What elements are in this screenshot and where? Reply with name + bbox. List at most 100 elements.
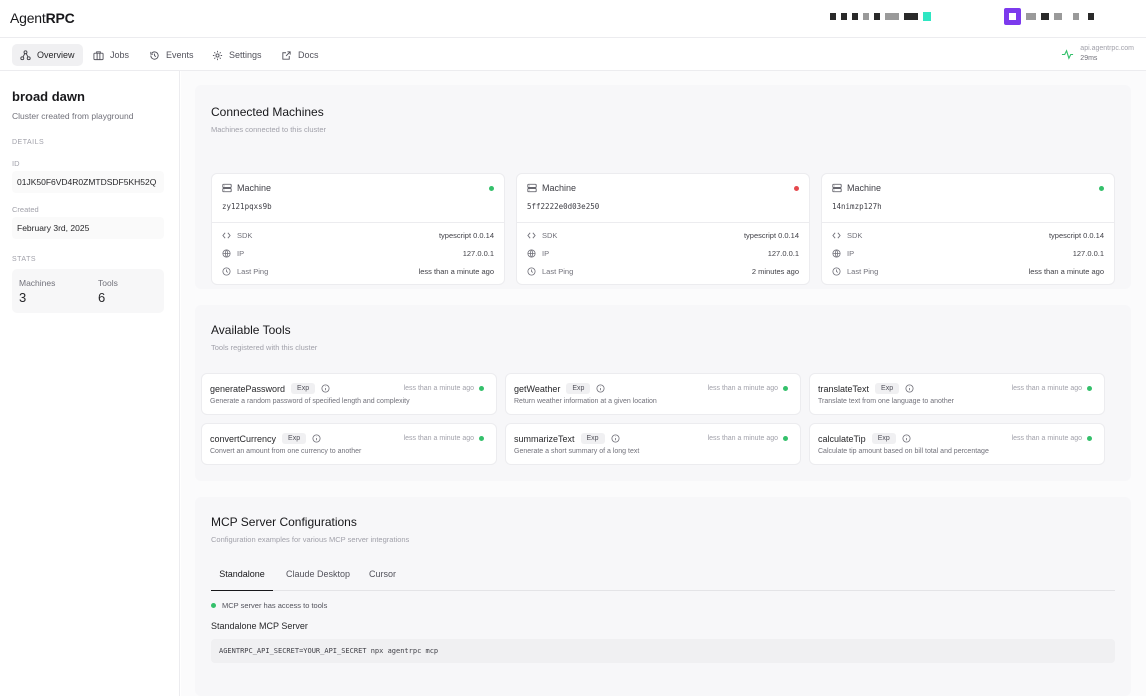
sdk-value: typescript 0.0.14 (743, 230, 799, 240)
nav-jobs[interactable]: Jobs (85, 44, 137, 66)
machine-card[interactable]: Machine zy121pqxs9b SDK typescript 0.0.1… (211, 173, 505, 285)
clock-icon (832, 266, 841, 276)
tool-description: Generate a random password of specified … (210, 398, 410, 405)
briefcase-icon (93, 50, 104, 60)
tool-card[interactable]: translateText Exp less than a minute ago … (809, 373, 1105, 415)
ping-value: less than a minute ago (418, 266, 494, 276)
created-label: Created (12, 205, 39, 214)
machine-card[interactable]: Machine 14nimzp127h SDK typescript 0.0.1… (821, 173, 1115, 285)
tool-name: convertCurrency (210, 433, 277, 444)
mcp-subtitle: Configuration examples for various MCP s… (211, 535, 410, 544)
id-label: ID (12, 159, 20, 168)
code-icon (832, 232, 841, 238)
info-icon[interactable] (596, 384, 605, 393)
stat-tools-value: 6 (98, 290, 106, 305)
info-icon[interactable] (312, 434, 321, 443)
ip-value: 127.0.0.1 (462, 248, 494, 258)
nav-docs[interactable]: Docs (273, 44, 327, 66)
details-label: DETAILS (12, 139, 45, 146)
tool-name: calculateTip (818, 433, 866, 444)
tool-name: summarizeText (514, 433, 575, 444)
tab-standalone[interactable]: Standalone (211, 569, 273, 591)
logo[interactable]: AgentRPC (10, 10, 75, 26)
tool-status-dot (479, 436, 484, 441)
exp-badge: Exp (566, 383, 591, 394)
main-content: Connected Machines Machines connected to… (181, 71, 1146, 696)
nav-events[interactable]: Events (141, 44, 202, 66)
mcp-section: MCP Server Configurations Configuration … (195, 497, 1131, 696)
globe-icon (527, 248, 536, 258)
nav-jobs-label: Jobs (110, 50, 130, 60)
info-icon[interactable] (321, 384, 330, 393)
machine-id: 14nimzp127h (832, 202, 882, 211)
mcp-status: MCP server has access to tools (211, 601, 327, 610)
nav-settings[interactable]: Settings (204, 44, 270, 66)
ping-label: Last Ping (847, 266, 879, 276)
tool-time: less than a minute ago (403, 385, 474, 392)
clock-icon (222, 266, 231, 276)
machine-header: Machine (832, 183, 881, 193)
stat-machines-label: Machines (19, 278, 56, 288)
ping-label: Last Ping (542, 266, 574, 276)
stats-label: STATS (12, 256, 37, 263)
tab-claude-desktop[interactable]: Claude Desktop (286, 569, 350, 591)
tool-card[interactable]: summarizeText Exp less than a minute ago … (505, 423, 801, 465)
exp-badge: Exp (291, 383, 316, 394)
redacted-user-menu[interactable] (1004, 7, 1094, 25)
cluster-id-value[interactable]: 01JK50F6VD4R0ZMTDSDF5KH52Q (12, 171, 164, 193)
machines-title: Connected Machines (211, 105, 324, 119)
tools-title: Available Tools (211, 323, 291, 337)
logo-part-1: Agent (10, 10, 46, 26)
overview-icon (20, 49, 31, 60)
tool-time: less than a minute ago (1011, 435, 1082, 442)
exp-badge: Exp (875, 383, 900, 394)
machine-header: Machine (527, 183, 576, 193)
clock-icon (527, 266, 536, 276)
tab-cursor[interactable]: Cursor (369, 569, 396, 591)
info-icon[interactable] (902, 434, 911, 443)
external-link-icon (282, 50, 291, 60)
stat-tools: Tools 6 (98, 278, 118, 305)
machine-label: Machine (542, 183, 577, 193)
tool-card[interactable]: getWeather Exp less than a minute ago Ret… (505, 373, 801, 415)
tool-description: Generate a short summary of a long text (514, 448, 640, 455)
ip-label: IP (847, 248, 855, 258)
tool-card[interactable]: calculateTip Exp less than a minute ago C… (809, 423, 1105, 465)
tool-description: Return weather information at a given lo… (514, 398, 657, 405)
machine-divider (517, 222, 809, 223)
latency-indicator: api.agentrpc.com 29ms (1061, 44, 1134, 64)
tool-card[interactable]: generatePassword Exp less than a minute a… (201, 373, 497, 415)
sdk-label: SDK (847, 230, 863, 240)
tool-status-dot (783, 436, 788, 441)
mcp-tabs: Standalone Claude Desktop Cursor (211, 563, 1115, 591)
info-icon[interactable] (905, 384, 914, 393)
server-icon (222, 183, 232, 193)
exp-badge: Exp (871, 433, 896, 444)
info-icon[interactable] (611, 434, 620, 443)
machine-status-dot (794, 186, 799, 191)
tool-card[interactable]: convertCurrency Exp less than a minute ag… (201, 423, 497, 465)
mcp-code-block[interactable]: AGENTRPC_API_SECRET=YOUR_API_SECRET npx … (211, 639, 1115, 663)
tool-status-dot (479, 386, 484, 391)
machine-ip-row: IP 127.0.0.1 (222, 247, 494, 259)
tool-time: less than a minute ago (707, 385, 778, 392)
nav-overview[interactable]: Overview (12, 44, 83, 66)
nav-docs-label: Docs (298, 50, 319, 60)
tool-status-dot (1087, 386, 1092, 391)
ip-value: 127.0.0.1 (1072, 248, 1104, 258)
stat-machines-value: 3 (19, 290, 27, 305)
redacted-org-switcher[interactable] (830, 8, 931, 24)
logo-part-2: RPC (45, 10, 75, 26)
mcp-status-text: MCP server has access to tools (222, 601, 328, 610)
latency-value: 29ms (1080, 55, 1098, 62)
sdk-value: typescript 0.0.14 (1048, 230, 1104, 240)
machine-sdk-row: SDK typescript 0.0.14 (527, 229, 799, 241)
nav-overview-label: Overview (37, 50, 75, 60)
machine-card[interactable]: Machine 5ff2222e0d03e250 SDK typescript … (516, 173, 810, 285)
gear-icon (212, 50, 223, 60)
server-icon (832, 183, 842, 193)
machine-sdk-row: SDK typescript 0.0.14 (222, 229, 494, 241)
tool-name: translateText (818, 383, 870, 394)
tool-name: generatePassword (210, 383, 286, 394)
machine-id: 5ff2222e0d03e250 (527, 202, 600, 211)
